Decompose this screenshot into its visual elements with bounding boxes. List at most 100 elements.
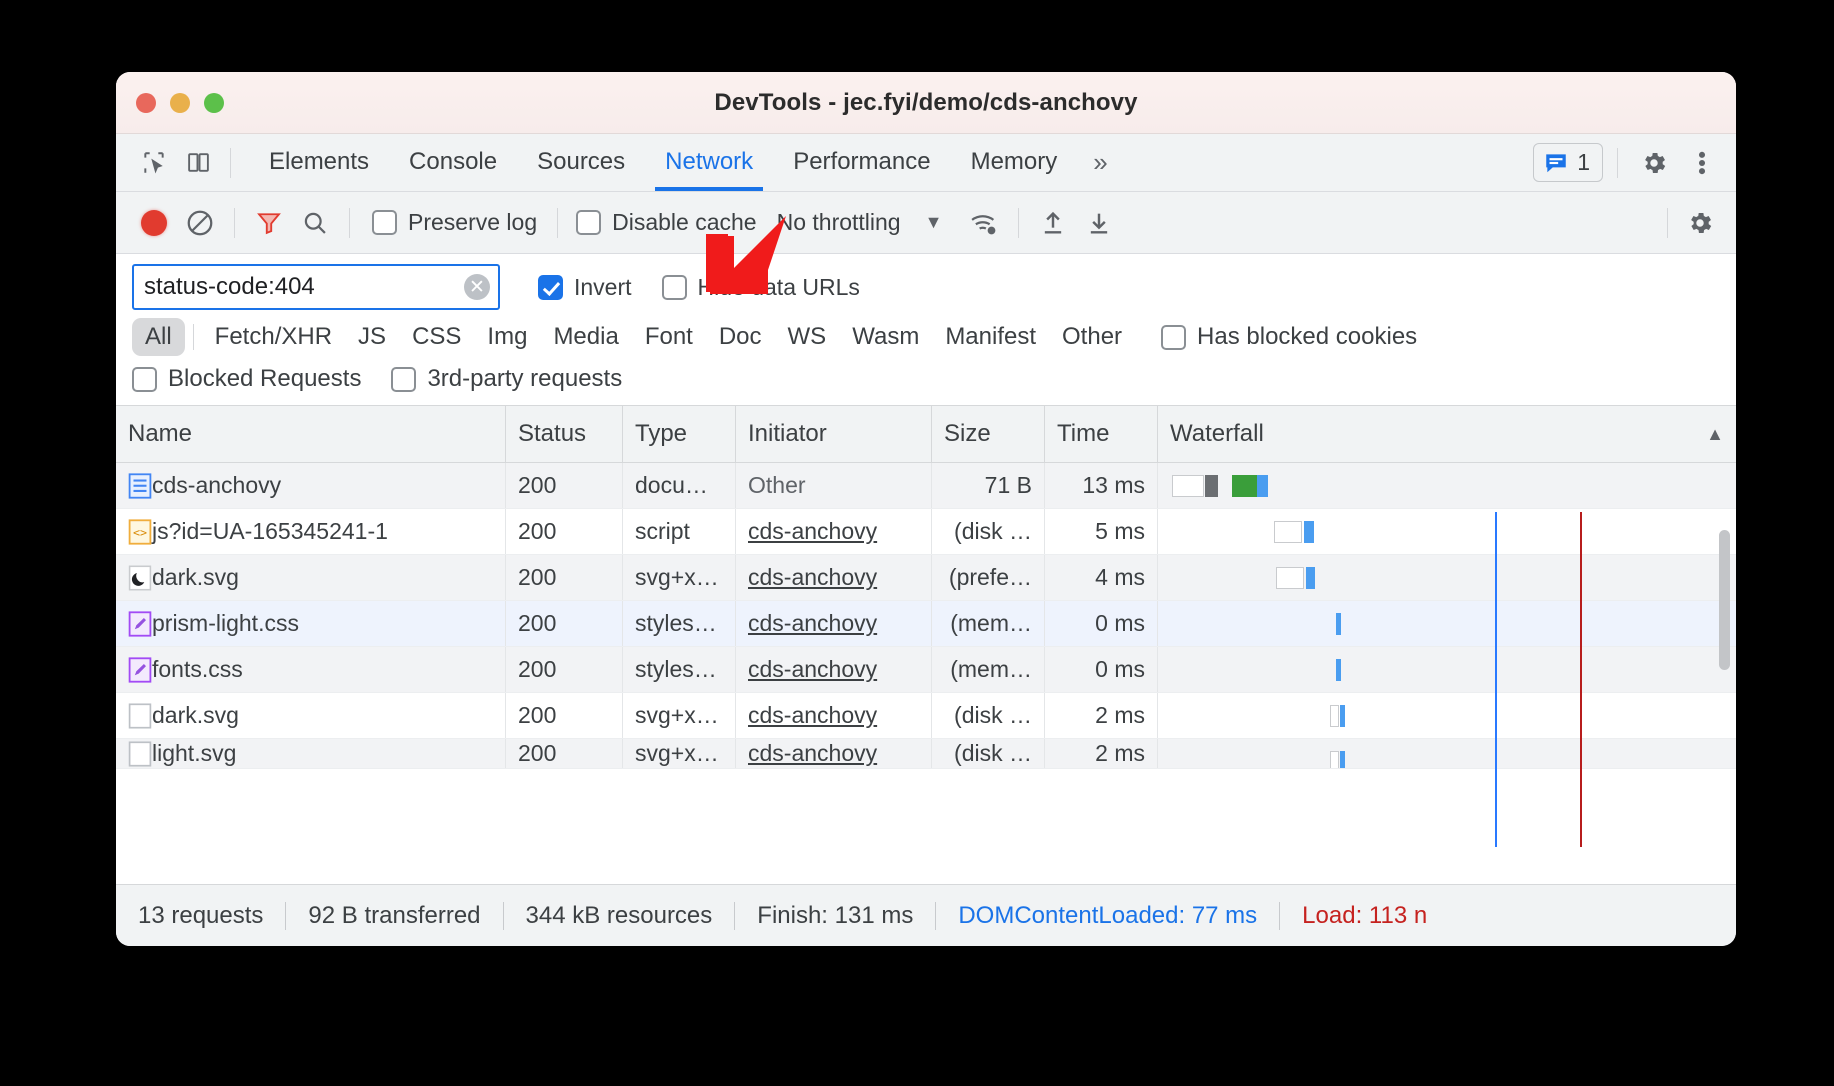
- inspect-element-icon[interactable]: [132, 143, 176, 183]
- cell-initiator[interactable]: cds-anchovy: [736, 509, 932, 554]
- type-filter-all[interactable]: All: [132, 318, 185, 356]
- table-row[interactable]: prism-light.css 200 styles… cds-anchovy …: [116, 601, 1736, 647]
- preserve-log-checkbox[interactable]: Preserve log: [372, 209, 537, 236]
- tab-console[interactable]: Console: [389, 136, 517, 190]
- initiator-link[interactable]: cds-anchovy: [748, 610, 877, 637]
- issues-chip[interactable]: 1: [1533, 143, 1603, 182]
- cell-type: svg+x…: [623, 555, 736, 600]
- net-toolbar-divider-1: [234, 208, 235, 238]
- invert-box[interactable]: [538, 275, 563, 300]
- summary-domcontentloaded: DOMContentLoaded: 77 ms: [936, 902, 1279, 930]
- table-row[interactable]: cds-anchovy 200 docu… Other 71 B 13 ms: [116, 463, 1736, 509]
- cell-name[interactable]: dark.svg: [116, 555, 506, 600]
- cell-size: (mem…: [932, 601, 1045, 646]
- has-blocked-cookies-box[interactable]: [1161, 325, 1186, 350]
- chevron-down-icon[interactable]: ▼: [925, 212, 943, 233]
- column-header-initiator[interactable]: Initiator: [736, 406, 932, 462]
- summary-resources: 344 kB resources: [504, 902, 735, 930]
- main-tabs: Elements Console Sources Network Perform…: [249, 136, 1124, 190]
- kebab-menu-icon[interactable]: [1680, 143, 1724, 183]
- blocked-requests-label: Blocked Requests: [168, 365, 361, 393]
- initiator-link[interactable]: cds-anchovy: [748, 656, 877, 683]
- blank-file-icon: [128, 703, 152, 729]
- tab-sources[interactable]: Sources: [517, 136, 645, 190]
- has-blocked-cookies-checkbox[interactable]: Has blocked cookies: [1161, 323, 1417, 351]
- device-toolbar-icon[interactable]: [176, 143, 220, 183]
- type-filter-manifest[interactable]: Manifest: [932, 318, 1049, 356]
- cell-name[interactable]: fonts.css: [116, 647, 506, 692]
- cell-initiator[interactable]: cds-anchovy: [736, 693, 932, 738]
- cell-name[interactable]: prism-light.css: [116, 601, 506, 646]
- window-title: DevTools - jec.fyi/demo/cds-anchovy: [116, 89, 1736, 117]
- preserve-log-box[interactable]: [372, 210, 397, 235]
- waterfall-bar-row: [1158, 601, 1736, 646]
- type-filter-img[interactable]: Img: [474, 318, 540, 356]
- more-tabs-icon[interactable]: »: [1077, 147, 1123, 178]
- stylesheet-icon: [128, 611, 152, 637]
- type-filter-css[interactable]: CSS: [399, 318, 474, 356]
- column-header-status[interactable]: Status: [506, 406, 623, 462]
- column-header-type[interactable]: Type: [623, 406, 736, 462]
- initiator-link[interactable]: cds-anchovy: [748, 702, 877, 729]
- vertical-scrollbar[interactable]: [1719, 530, 1730, 670]
- column-header-time[interactable]: Time: [1045, 406, 1158, 462]
- third-party-requests-checkbox[interactable]: 3rd-party requests: [391, 365, 622, 393]
- cell-initiator[interactable]: cds-anchovy: [736, 647, 932, 692]
- column-header-size[interactable]: Size: [932, 406, 1045, 462]
- cell-type: svg+x…: [623, 693, 736, 738]
- initiator-link[interactable]: cds-anchovy: [748, 740, 877, 767]
- filter-icon[interactable]: [247, 203, 291, 243]
- disable-cache-box[interactable]: [576, 210, 601, 235]
- cell-name[interactable]: <> js?id=UA-165345241-1: [116, 509, 506, 554]
- clear-filter-icon[interactable]: ✕: [464, 274, 490, 300]
- network-conditions-icon[interactable]: [962, 203, 1006, 243]
- invert-label: Invert: [574, 274, 632, 301]
- type-filter-wasm[interactable]: Wasm: [839, 318, 932, 356]
- type-filter-fetchxhr[interactable]: Fetch/XHR: [202, 318, 345, 356]
- cell-size: 71 B: [932, 463, 1045, 508]
- cell-name[interactable]: dark.svg: [116, 693, 506, 738]
- record-icon[interactable]: [132, 203, 176, 243]
- table-row[interactable]: dark.svg 200 svg+x… cds-anchovy (disk … …: [116, 693, 1736, 739]
- table-body: cds-anchovy 200 docu… Other 71 B 13 ms: [116, 463, 1736, 769]
- network-settings-gear-icon[interactable]: [1678, 203, 1722, 243]
- type-filter-media[interactable]: Media: [540, 318, 631, 356]
- cell-initiator[interactable]: cds-anchovy: [736, 555, 932, 600]
- search-icon[interactable]: [293, 203, 337, 243]
- invert-checkbox[interactable]: Invert: [538, 274, 632, 301]
- type-filter-js[interactable]: JS: [345, 318, 399, 356]
- filter-input-wrapper[interactable]: ✕: [132, 264, 500, 310]
- filter-input[interactable]: [134, 273, 498, 301]
- download-har-icon[interactable]: [1077, 203, 1121, 243]
- cell-type: docu…: [623, 463, 736, 508]
- table-row[interactable]: light.svg 200 svg+x… cds-anchovy (disk ……: [116, 739, 1736, 769]
- tab-network[interactable]: Network: [645, 136, 773, 190]
- tab-performance[interactable]: Performance: [773, 136, 950, 190]
- blocked-requests-box[interactable]: [132, 367, 157, 392]
- request-name: cds-anchovy: [152, 472, 281, 499]
- cell-name[interactable]: cds-anchovy: [116, 463, 506, 508]
- table-row[interactable]: <> js?id=UA-165345241-1 200 script cds-a…: [116, 509, 1736, 555]
- table-row[interactable]: dark.svg 200 svg+x… cds-anchovy (prefe… …: [116, 555, 1736, 601]
- cell-initiator[interactable]: cds-anchovy: [736, 601, 932, 646]
- type-filter-other[interactable]: Other: [1049, 318, 1135, 356]
- clear-icon[interactable]: [178, 203, 222, 243]
- blocked-requests-checkbox[interactable]: Blocked Requests: [132, 365, 361, 393]
- column-header-name[interactable]: Name: [116, 406, 506, 462]
- has-blocked-cookies-label: Has blocked cookies: [1197, 323, 1417, 351]
- request-name: light.svg: [152, 740, 236, 767]
- initiator-link[interactable]: cds-anchovy: [748, 564, 877, 591]
- initiator-link[interactable]: cds-anchovy: [748, 518, 877, 545]
- gear-icon[interactable]: [1632, 143, 1676, 183]
- upload-har-icon[interactable]: [1031, 203, 1075, 243]
- third-party-requests-box[interactable]: [391, 367, 416, 392]
- cell-initiator[interactable]: cds-anchovy: [736, 739, 932, 768]
- cell-name[interactable]: light.svg: [116, 739, 506, 768]
- column-header-waterfall[interactable]: Waterfall ▲: [1158, 406, 1736, 462]
- cell-status: 200: [506, 509, 623, 554]
- tab-elements[interactable]: Elements: [249, 136, 389, 190]
- cell-status: 200: [506, 463, 623, 508]
- tab-memory[interactable]: Memory: [951, 136, 1078, 190]
- table-row[interactable]: fonts.css 200 styles… cds-anchovy (mem… …: [116, 647, 1736, 693]
- cell-time: 4 ms: [1045, 555, 1158, 600]
